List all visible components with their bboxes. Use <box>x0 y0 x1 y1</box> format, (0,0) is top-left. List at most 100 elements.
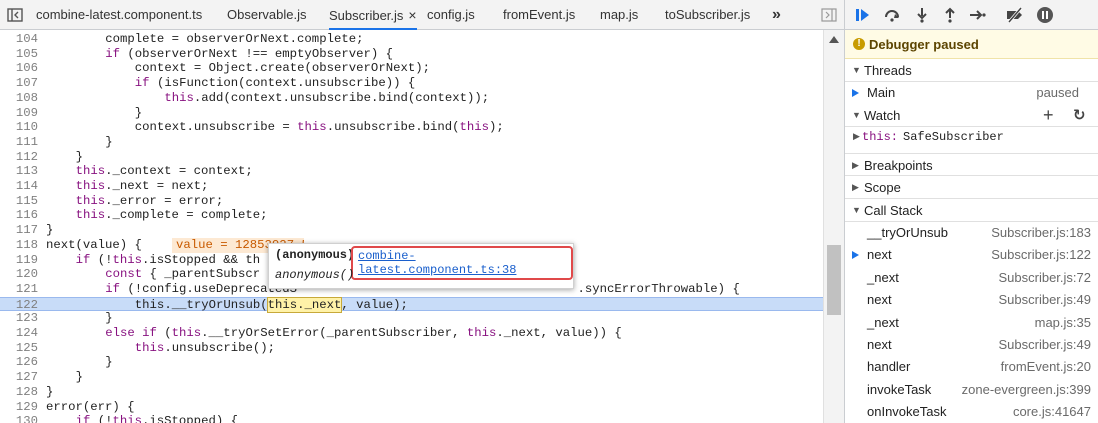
frame-location[interactable]: Subscriber.js:183 <box>991 222 1091 244</box>
line-number[interactable]: 109 <box>0 106 38 121</box>
tab-tosubscriber[interactable]: toSubscriber.js <box>665 0 750 29</box>
code-line[interactable]: 107 if (isFunction(context.unsubscribe)) … <box>0 76 823 91</box>
more-tabs-icon[interactable]: » <box>772 0 781 30</box>
line-number[interactable]: 112 <box>0 150 38 165</box>
line-number[interactable]: 122 <box>0 298 38 313</box>
line-number[interactable]: 106 <box>0 61 38 76</box>
code-line[interactable]: 126} <box>0 355 823 370</box>
code-line[interactable]: 112} <box>0 150 823 165</box>
code-editor[interactable]: 104 complete = observerOrNext.complete; 10… <box>0 30 823 423</box>
tab-subscriber[interactable]: Subscriber.js × <box>329 0 417 30</box>
step-out-icon[interactable] <box>940 5 960 25</box>
line-number[interactable]: 127 <box>0 370 38 385</box>
tab-map[interactable]: map.js <box>600 0 638 29</box>
frame-location[interactable]: core.js:41647 <box>1013 401 1091 423</box>
code-line[interactable]: 110 context.unsubscribe = this.unsubscrib… <box>0 120 823 135</box>
line-number[interactable]: 108 <box>0 91 38 106</box>
tab-config[interactable]: config.js <box>427 0 475 29</box>
code-line[interactable]: 104 complete = observerOrNext.complete; <box>0 32 823 47</box>
call-stack-section-header[interactable]: ▼ Call Stack <box>845 199 1098 222</box>
scope-section-header[interactable]: ▶ Scope <box>845 176 1098 199</box>
function-location-link[interactable]: combine-latest.component.ts:38 <box>351 245 573 280</box>
code-line[interactable]: 116 this._complete = complete; <box>0 208 823 223</box>
code-line[interactable]: 125 this.unsubscribe(); <box>0 341 823 356</box>
frame-location[interactable]: Subscriber.js:49 <box>999 289 1092 311</box>
code-line[interactable]: 128} <box>0 385 823 400</box>
current-execution-line[interactable]: 122 this.__tryOrUnsub(this._next, value); <box>0 296 823 313</box>
line-number[interactable]: 110 <box>0 120 38 135</box>
line-number[interactable]: 130 <box>0 414 38 423</box>
line-number[interactable]: 104 <box>0 32 38 47</box>
line-number[interactable]: 121 <box>0 282 38 297</box>
deactivate-breakpoints-icon[interactable] <box>1005 5 1025 25</box>
step-icon[interactable] <box>968 5 988 25</box>
code-line[interactable]: 113 this._context = context; <box>0 164 823 179</box>
frame-location[interactable]: zone-evergreen.js:399 <box>962 379 1091 401</box>
line-number[interactable]: 105 <box>0 47 38 62</box>
frame-location[interactable]: fromEvent.js:20 <box>1001 356 1091 378</box>
call-stack-frame[interactable]: handler fromEvent.js:20 <box>845 356 1098 378</box>
line-number[interactable]: 118 <box>0 238 38 253</box>
hovered-expression[interactable]: this._next <box>266 296 343 313</box>
call-stack-frame[interactable]: next Subscriber.js:49 <box>845 289 1098 311</box>
call-stack-frame[interactable]: onInvokeTask core.js:41647 <box>845 401 1098 423</box>
call-stack-frame[interactable]: next Subscriber.js:49 <box>845 334 1098 356</box>
frame-location[interactable]: Subscriber.js:49 <box>999 334 1092 356</box>
code-line[interactable]: 105 if (observerOrNext !== emptyObserver)… <box>0 47 823 62</box>
pause-on-exceptions-icon[interactable] <box>1035 5 1055 25</box>
line-number[interactable]: 123 <box>0 311 38 326</box>
frame-location[interactable]: map.js:35 <box>1035 312 1091 334</box>
threads-section-header[interactable]: ▼ Threads <box>845 59 1098 82</box>
code-line[interactable]: 114 this._next = next; <box>0 179 823 194</box>
code-line[interactable]: 108 this.add(context.unsubscribe.bind(con… <box>0 91 823 106</box>
close-tab-icon[interactable]: × <box>408 7 416 23</box>
code-line[interactable]: 130 if (!this.isStopped) { <box>0 414 823 423</box>
line-number[interactable]: 107 <box>0 76 38 91</box>
line-number[interactable]: 114 <box>0 179 38 194</box>
code-line[interactable]: 124 else if (this.__tryOrSetError(_parent… <box>0 326 823 341</box>
frame-location[interactable]: Subscriber.js:122 <box>991 244 1091 266</box>
step-over-icon[interactable] <box>882 5 902 25</box>
thread-item-main[interactable]: Main paused <box>845 82 1098 104</box>
toggle-navigator-icon[interactable] <box>4 4 26 26</box>
line-number[interactable]: 126 <box>0 355 38 370</box>
refresh-watch-icon[interactable]: ↻ <box>1073 104 1086 127</box>
watch-expression[interactable]: ▶ this: SafeSubscriber <box>845 126 1098 148</box>
tab-observable[interactable]: Observable.js <box>227 0 306 29</box>
code-line[interactable]: 123} <box>0 311 823 326</box>
call-stack-frame[interactable]: __tryOrUnsub Subscriber.js:183 <box>845 222 1098 244</box>
toggle-debugger-sidebar-icon[interactable] <box>818 4 840 26</box>
line-number[interactable]: 124 <box>0 326 38 341</box>
scroll-up-arrow-icon[interactable] <box>829 36 839 43</box>
line-number[interactable]: 125 <box>0 341 38 356</box>
call-stack-frame[interactable]: _next Subscriber.js:72 <box>845 267 1098 289</box>
code-line[interactable]: 111} <box>0 135 823 150</box>
line-number[interactable]: 116 <box>0 208 38 223</box>
code-line[interactable]: 129 error(err) { <box>0 400 823 415</box>
scrollbar-thumb[interactable] <box>827 245 841 315</box>
code-line[interactable]: 106 context = Object.create(observerOrNex… <box>0 61 823 76</box>
step-into-icon[interactable] <box>912 5 932 25</box>
resume-icon[interactable] <box>853 5 873 25</box>
breakpoints-section-header[interactable]: ▶ Breakpoints <box>845 153 1098 176</box>
tab-fromevent[interactable]: fromEvent.js <box>503 0 575 29</box>
line-number[interactable]: 128 <box>0 385 38 400</box>
line-number[interactable]: 120 <box>0 267 38 282</box>
tab-combine-latest[interactable]: combine-latest.component.ts <box>36 0 202 29</box>
watch-section-header[interactable]: ▼ Watch + ↻ <box>845 104 1098 127</box>
call-stack-frame[interactable]: invokeTask zone-evergreen.js:399 <box>845 379 1098 401</box>
code-line[interactable]: 127} <box>0 370 823 385</box>
code-line[interactable]: 109} <box>0 106 823 121</box>
line-number[interactable]: 119 <box>0 253 38 268</box>
call-stack-frame[interactable]: next Subscriber.js:122 <box>845 244 1098 266</box>
frame-location[interactable]: Subscriber.js:72 <box>999 267 1092 289</box>
code-line[interactable]: 117} <box>0 223 823 238</box>
call-stack-frame[interactable]: _next map.js:35 <box>845 312 1098 334</box>
expand-arrow-icon[interactable]: ▶ <box>853 126 860 148</box>
line-number[interactable]: 129 <box>0 400 38 415</box>
line-number[interactable]: 111 <box>0 135 38 150</box>
editor-scrollbar[interactable] <box>823 30 844 423</box>
code-line[interactable]: 115 this._error = error; <box>0 194 823 209</box>
line-number[interactable]: 115 <box>0 194 38 209</box>
line-number[interactable]: 113 <box>0 164 38 179</box>
